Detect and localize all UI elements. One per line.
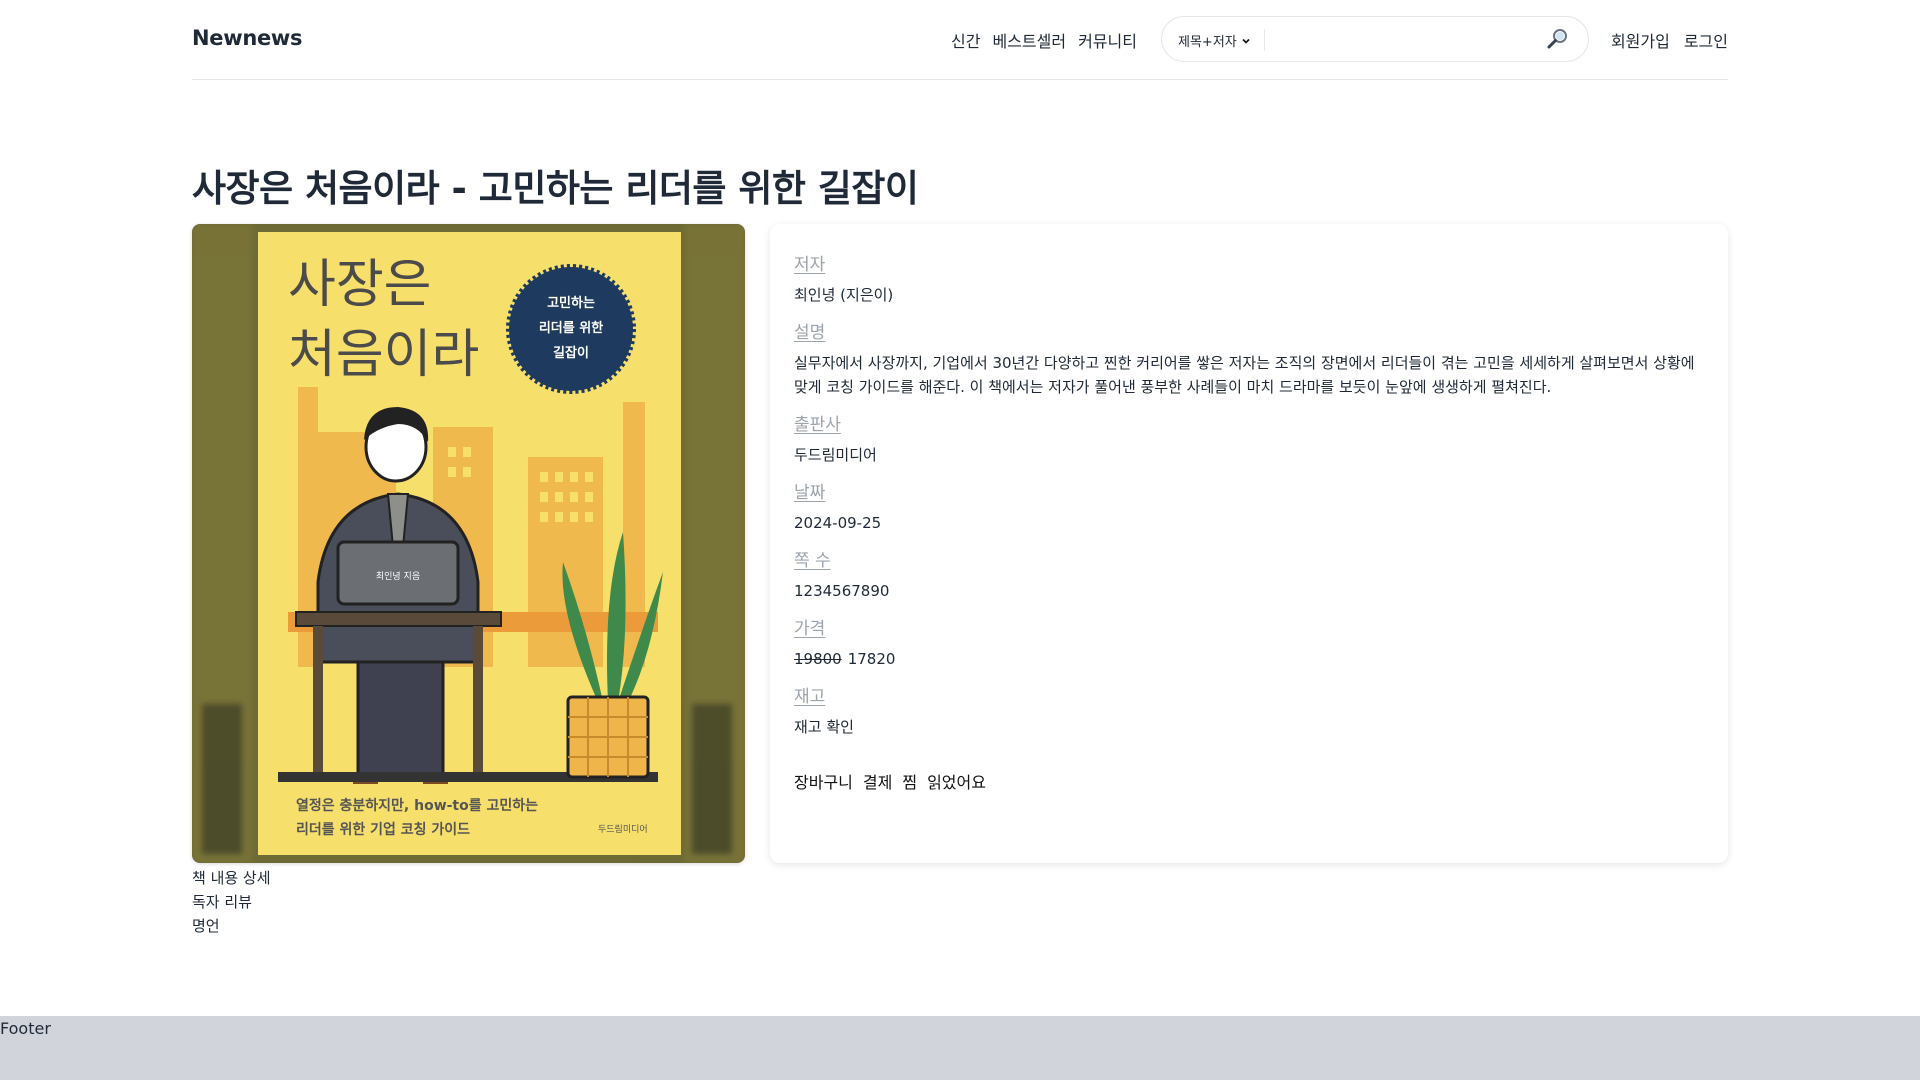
book-cover-panel: 사장은 처음이라 고민하는 리더를 위한 길잡이 최인녕 지음 열정은 충분하지…: [192, 224, 745, 863]
nav-new-books[interactable]: 신간: [951, 28, 980, 52]
nav-community[interactable]: 커뮤니티: [1078, 28, 1137, 52]
publisher-field: 출판사 두드림미디어: [794, 410, 877, 467]
description-label: 설명: [794, 323, 826, 343]
sub-link-quotes[interactable]: 명언: [192, 914, 271, 938]
svg-text:리더를 위한: 리더를 위한: [539, 320, 603, 336]
pages-label: 쪽 수: [794, 551, 831, 571]
cover-badge: 고민하는 리더를 위한 길잡이: [506, 264, 636, 394]
site-logo[interactable]: Newnews: [192, 26, 303, 50]
book-cover: 사장은 처음이라 고민하는 리더를 위한 길잡이 최인녕 지음 열정은 충분하지…: [258, 232, 681, 855]
cover-title-line1: 사장은: [288, 255, 432, 315]
footer-label: Footer: [0, 1019, 51, 1038]
description-field: 설명 실무자에서 사장까지, 기업에서 30년간 다양하고 찐한 커리어를 쌓은…: [794, 318, 1704, 399]
publisher-label: 출판사: [794, 415, 841, 435]
book-title: 사장은 처음이라 - 고민하는 리더를 위한 길잡이: [192, 167, 919, 210]
publisher-value: 두드림미디어: [794, 446, 877, 464]
chevron-down-icon: [1242, 38, 1250, 44]
nav-bestseller[interactable]: 베스트셀러: [992, 28, 1066, 52]
search-bar: 제목+저자: [1161, 16, 1589, 62]
mark-read-button[interactable]: 읽었어요: [927, 769, 986, 793]
stock-field: 재고 재고 확인: [794, 682, 854, 739]
book-actions: 장바구니 결제 찜 읽었어요: [794, 769, 986, 793]
date-value: 2024-09-25: [794, 514, 882, 532]
date-field: 날짜 2024-09-25: [794, 478, 881, 535]
sub-link-reviews[interactable]: 독자 리뷰: [192, 890, 271, 914]
site-footer: Footer: [0, 1016, 1920, 1080]
cover-title-line2: 처음이라: [288, 325, 479, 385]
date-label: 날짜: [794, 483, 826, 503]
pages-value: 1234567890: [794, 582, 890, 600]
sub-link-detail[interactable]: 책 내용 상세: [192, 866, 271, 890]
cover-tagline-2: 리더를 위한 기업 코칭 가이드: [296, 821, 470, 838]
author-field: 저자 최인녕 (지은이): [794, 250, 893, 307]
book-info-card: 저자 최인녕 (지은이) 설명 실무자에서 사장까지, 기업에서 30년간 다양…: [770, 224, 1728, 863]
svg-text:최인녕 지음: 최인녕 지음: [376, 571, 420, 582]
book-sub-nav: 책 내용 상세 독자 리뷰 명언: [192, 866, 271, 938]
add-to-cart-button[interactable]: 장바구니: [794, 769, 853, 793]
search-icon[interactable]: [1546, 27, 1570, 51]
description-value: 실무자에서 사장까지, 기업에서 30년간 다양하고 찐한 커리어를 쌓은 저자…: [794, 354, 1695, 396]
price-field: 가격 19800 17820: [794, 614, 895, 671]
checkout-button[interactable]: 결제: [863, 769, 892, 793]
author-value: 최인녕 (지은이): [794, 286, 894, 304]
cover-tagline-1: 열정은 충분하지만, how-to를 고민하는: [296, 797, 538, 814]
search-type-label: 제목+저자: [1178, 35, 1237, 50]
author-label: 저자: [794, 255, 826, 275]
sale-price: 17820: [847, 650, 896, 668]
login-link[interactable]: 로그인: [1684, 28, 1728, 52]
original-price: 19800: [794, 650, 842, 668]
cover-publisher: 두드림미디어: [598, 823, 648, 835]
signup-link[interactable]: 회원가입: [1611, 28, 1670, 52]
price-label: 가격: [794, 619, 826, 639]
stock-label: 재고: [794, 687, 826, 707]
svg-text:길잡이: 길잡이: [553, 345, 589, 361]
search-type-select[interactable]: 제목+저자: [1178, 31, 1251, 50]
search-divider: [1264, 29, 1265, 51]
book-cover-illustration: 사장은 처음이라 고민하는 리더를 위한 길잡이 최인녕 지음 열정은 충분하지…: [258, 232, 681, 855]
svg-text:고민하는: 고민하는: [547, 295, 595, 311]
wishlist-button[interactable]: 찜: [902, 769, 917, 793]
site-header: Newnews 신간 베스트셀러 커뮤니티 제목+저자 회원가입 로그인: [192, 0, 1728, 80]
search-input[interactable]: [1274, 25, 1528, 55]
auth-links: 회원가입 로그인: [1611, 28, 1728, 52]
pages-field: 쪽 수 1234567890: [794, 546, 889, 603]
stock-check-link[interactable]: 재고 확인: [794, 715, 854, 739]
main-nav: 신간 베스트셀러 커뮤니티: [951, 28, 1137, 52]
